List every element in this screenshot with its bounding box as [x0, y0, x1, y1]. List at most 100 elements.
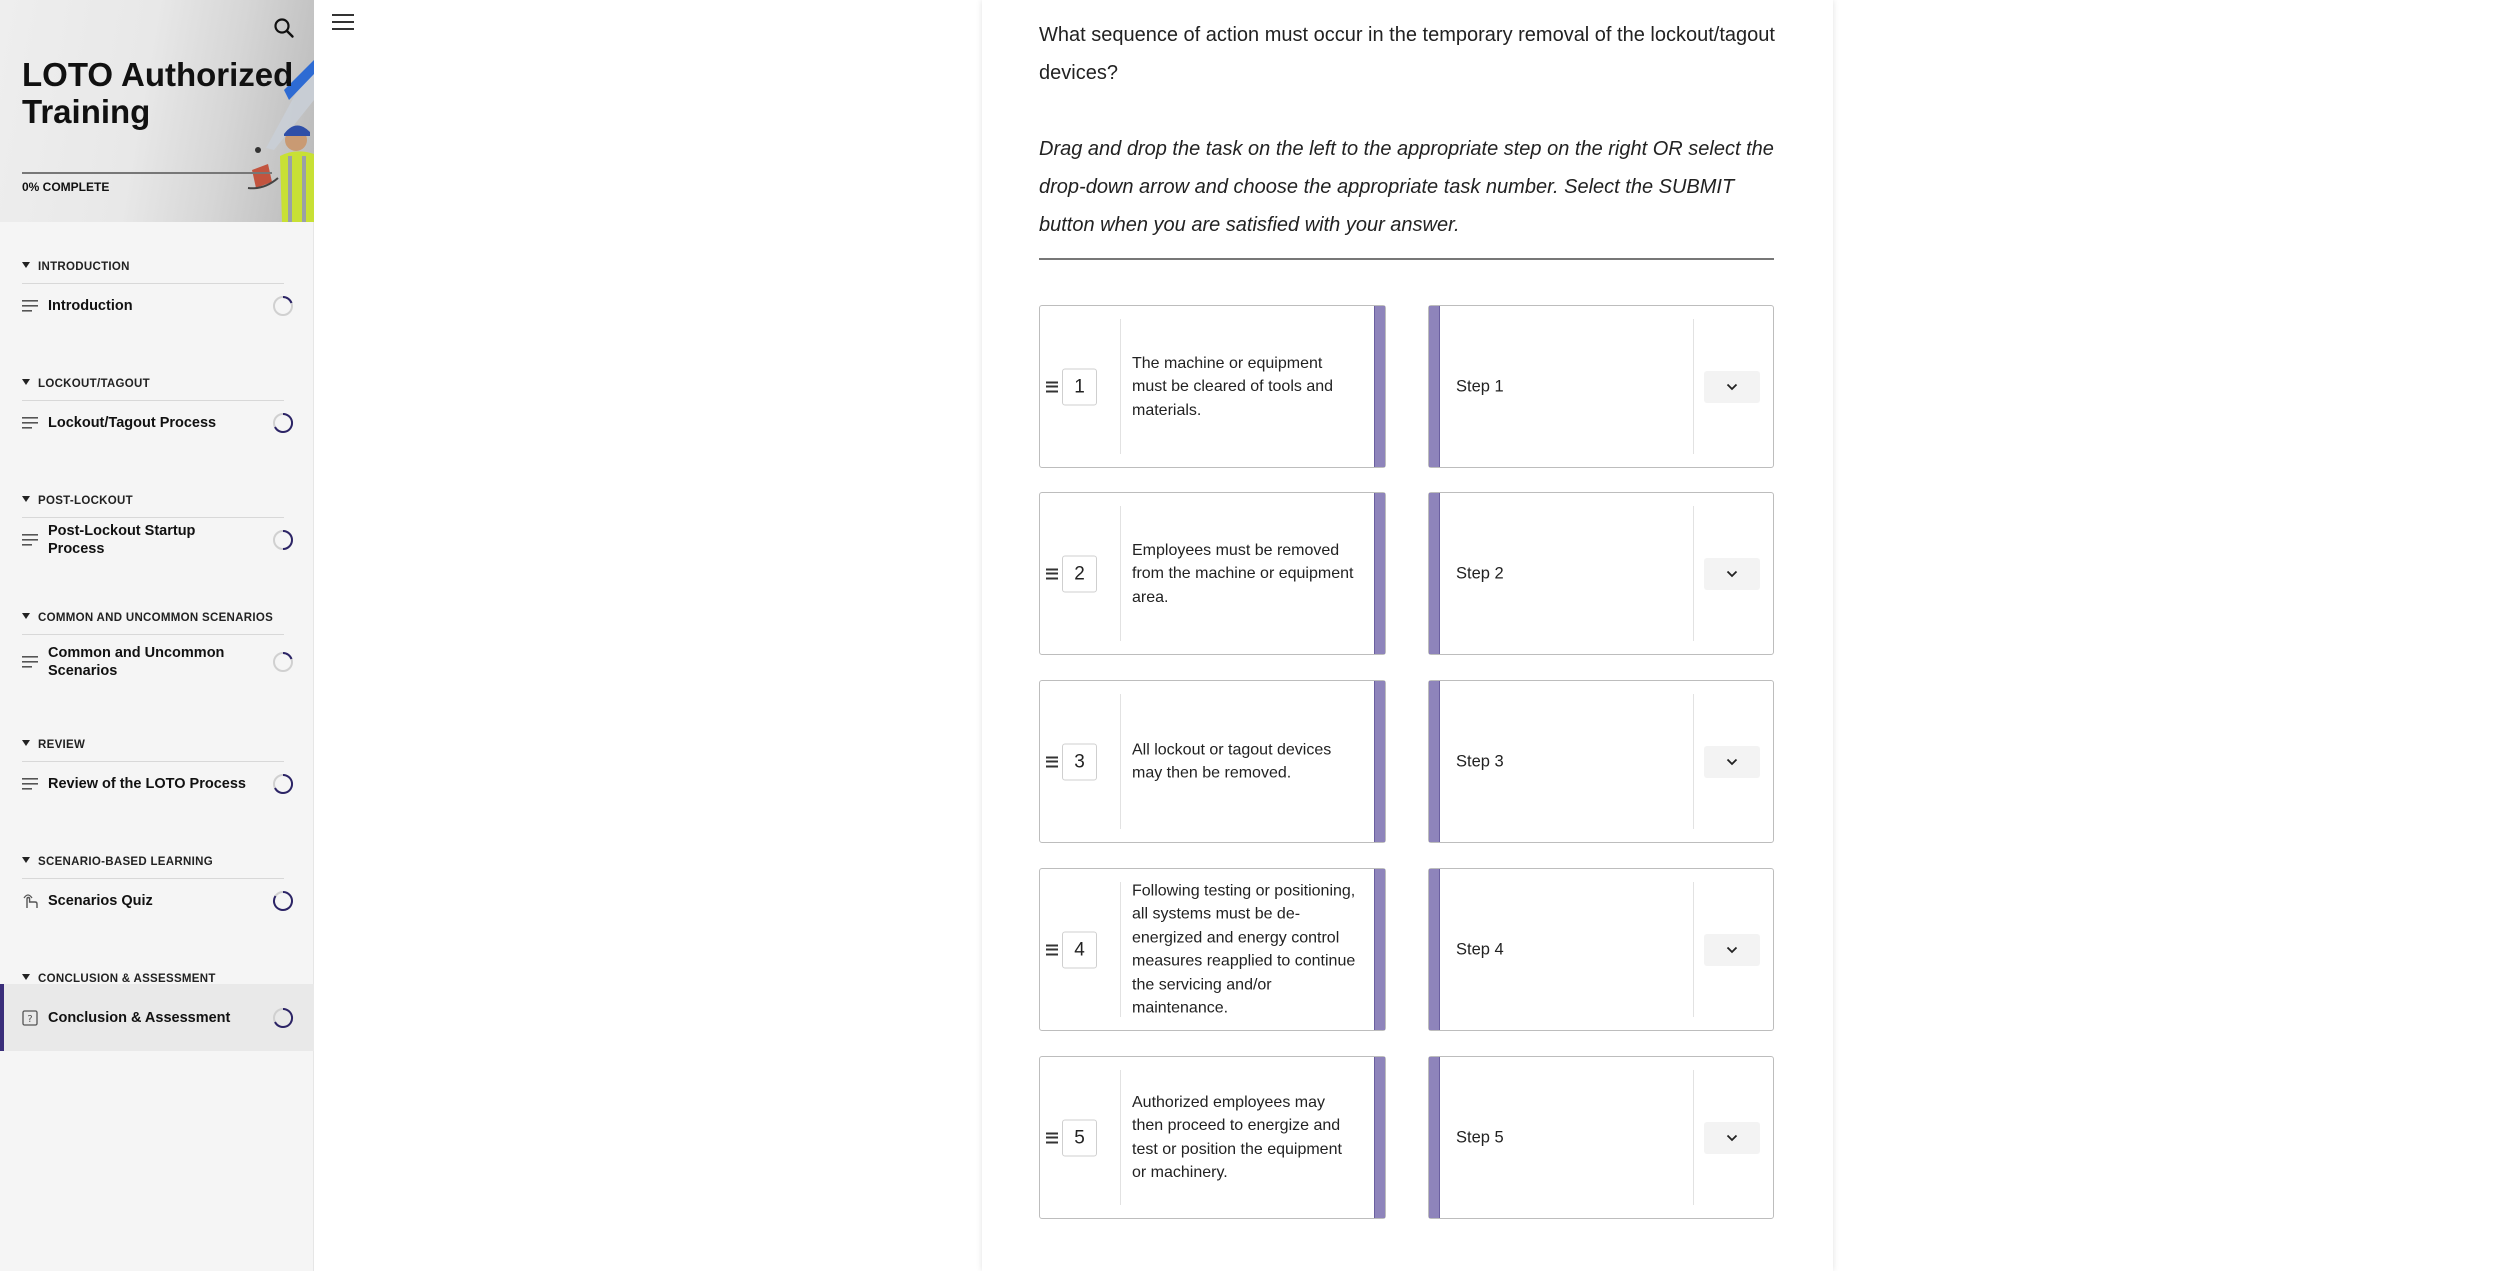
- task-text: Employees must be removed from the machi…: [1132, 541, 1354, 606]
- search-icon[interactable]: [272, 16, 296, 40]
- section-header-lockout-tagout[interactable]: LOCKOUT/TAGOUT: [0, 339, 314, 401]
- draggable-task[interactable]: 4 Following testing or positioning, all …: [1039, 868, 1386, 1031]
- divider: [1120, 319, 1121, 454]
- section-header-common-uncommon[interactable]: COMMON AND UNCOMMON SCENARIOS: [0, 573, 314, 635]
- sidebar-item-label: Conclusion & Assessment: [48, 1009, 231, 1026]
- sidebar-item-label: Scenarios Quiz: [48, 892, 153, 909]
- step-label: Step 2: [1456, 564, 1504, 582]
- step-drop-target[interactable]: Step 3: [1428, 680, 1774, 843]
- divider: [1120, 506, 1121, 641]
- section-header-conclusion[interactable]: CONCLUSION & ASSESSMENT: [0, 934, 314, 996]
- draggable-task[interactable]: 3 All lockout or tagout devices may then…: [1039, 680, 1386, 843]
- step-accent-bar: [1429, 681, 1440, 842]
- sidebar-item-label: Common and Uncommon Scenarios: [48, 644, 225, 679]
- lines-icon: [22, 533, 38, 546]
- sidebar-item-lockout-tagout-process[interactable]: Lockout/Tagout Process: [0, 389, 314, 456]
- caret-down-icon: [22, 262, 30, 268]
- sidebar-item-common-uncommon-scenarios[interactable]: Common and Uncommon Scenarios: [0, 623, 314, 700]
- matching-row: 3 All lockout or tagout devices may then…: [1039, 680, 1774, 843]
- caret-down-icon: [22, 496, 30, 502]
- step-drop-target[interactable]: Step 2: [1428, 492, 1774, 655]
- drag-handle-icon[interactable]: [1046, 1132, 1059, 1143]
- task-accent-bar: [1374, 493, 1385, 654]
- task-accent-bar: [1374, 306, 1385, 467]
- divider: [1120, 1070, 1121, 1205]
- task-number: 4: [1062, 931, 1097, 968]
- sidebar-item-label: Lockout/Tagout Process: [48, 414, 217, 431]
- question-box-icon: ?: [22, 1009, 38, 1026]
- progress-ring-icon: [273, 295, 293, 316]
- step-dropdown-button[interactable]: [1704, 557, 1760, 590]
- progress-ring-icon: [273, 412, 294, 433]
- divider: [1120, 882, 1121, 1017]
- task-text: Following testing or positioning, all sy…: [1132, 882, 1356, 1017]
- sidebar-item-introduction[interactable]: Introduction: [0, 272, 314, 339]
- drag-handle-icon[interactable]: [1046, 756, 1059, 767]
- caret-down-icon: [22, 857, 30, 863]
- section-header-introduction[interactable]: INTRODUCTION: [0, 222, 314, 284]
- step-accent-bar: [1429, 869, 1440, 1030]
- task-text: The machine or equipment must be cleared…: [1132, 354, 1334, 419]
- task-number: 5: [1062, 1119, 1097, 1156]
- progress-ring-icon: [273, 1007, 294, 1028]
- course-progress-bar: [22, 172, 272, 174]
- draggable-task[interactable]: 1 The machine or equipment must be clear…: [1039, 305, 1386, 468]
- divider: [1039, 258, 1774, 260]
- chevron-down-icon: [1726, 570, 1738, 577]
- menu-icon[interactable]: [330, 11, 356, 33]
- drag-handle-icon[interactable]: [1046, 381, 1059, 392]
- draggable-task[interactable]: 2 Employees must be removed from the mac…: [1039, 492, 1386, 655]
- step-label: Step 3: [1456, 752, 1504, 770]
- divider: [1693, 319, 1694, 454]
- caret-down-icon: [22, 379, 30, 385]
- step-accent-bar: [1429, 306, 1440, 467]
- divider: [1693, 694, 1694, 829]
- course-progress-text: 0% COMPLETE: [22, 180, 110, 194]
- task-accent-bar: [1374, 1057, 1385, 1218]
- progress-ring-icon: [273, 773, 294, 794]
- sidebar-item-conclusion-assessment[interactable]: ? Conclusion & Assessment: [0, 984, 314, 1051]
- divider: [1693, 1070, 1694, 1205]
- step-accent-bar: [1429, 1057, 1440, 1218]
- chevron-down-icon: [1726, 758, 1738, 765]
- caret-down-icon: [22, 613, 30, 619]
- section-header-post-lockout[interactable]: POST-LOCKOUT: [0, 456, 314, 518]
- step-dropdown-button[interactable]: [1704, 1121, 1760, 1154]
- caret-down-icon: [22, 974, 30, 980]
- step-accent-bar: [1429, 493, 1440, 654]
- section-header-scenario-based[interactable]: SCENARIO-BASED LEARNING: [0, 817, 314, 879]
- matching-row: 4 Following testing or positioning, all …: [1039, 868, 1774, 1031]
- step-dropdown-button[interactable]: [1704, 745, 1760, 778]
- lines-icon: [22, 416, 38, 429]
- chevron-down-icon: [1726, 383, 1738, 390]
- task-accent-bar: [1374, 681, 1385, 842]
- sidebar-item-scenarios-quiz[interactable]: Scenarios Quiz: [0, 867, 314, 934]
- sidebar-item-review-loto[interactable]: Review of the LOTO Process: [0, 750, 314, 817]
- drag-handle-icon[interactable]: [1046, 944, 1059, 955]
- sidebar-item-label: Review of the LOTO Process: [48, 775, 246, 792]
- sidebar-item-label: Introduction: [48, 297, 133, 314]
- course-sidebar: LOTO Authorized Training 0% COMPLETE INT…: [0, 0, 314, 1271]
- lesson-card: What sequence of action must occur in th…: [982, 0, 1833, 1271]
- step-drop-target[interactable]: Step 1: [1428, 305, 1774, 468]
- step-dropdown-button[interactable]: [1704, 370, 1760, 403]
- section-header-review[interactable]: REVIEW: [0, 700, 314, 762]
- sidebar-item-post-lockout-startup[interactable]: Post-Lockout Startup Process: [0, 506, 314, 573]
- chevron-down-icon: [1726, 946, 1738, 953]
- instructions-text: Drag and drop the task on the left to th…: [1039, 138, 1774, 236]
- progress-ring-icon: [273, 890, 293, 911]
- step-drop-target[interactable]: Step 5: [1428, 1056, 1774, 1219]
- matching-row: 5 Authorized employees may then proceed …: [1039, 1056, 1774, 1219]
- task-text: Authorized employees may then proceed to…: [1132, 1093, 1342, 1182]
- step-dropdown-button[interactable]: [1704, 933, 1760, 966]
- draggable-task[interactable]: 5 Authorized employees may then proceed …: [1039, 1056, 1386, 1219]
- lines-icon: [22, 299, 38, 312]
- step-drop-target[interactable]: Step 4: [1428, 868, 1774, 1031]
- task-number: 1: [1062, 368, 1097, 405]
- task-number: 3: [1062, 743, 1097, 780]
- lesson-navigation: INTRODUCTION Introduction LOCKOUT/TAGOUT…: [0, 222, 314, 1051]
- task-number: 2: [1062, 555, 1097, 592]
- drag-handle-icon[interactable]: [1046, 568, 1059, 579]
- course-title: LOTO Authorized Training: [22, 56, 294, 130]
- caret-down-icon: [22, 740, 30, 746]
